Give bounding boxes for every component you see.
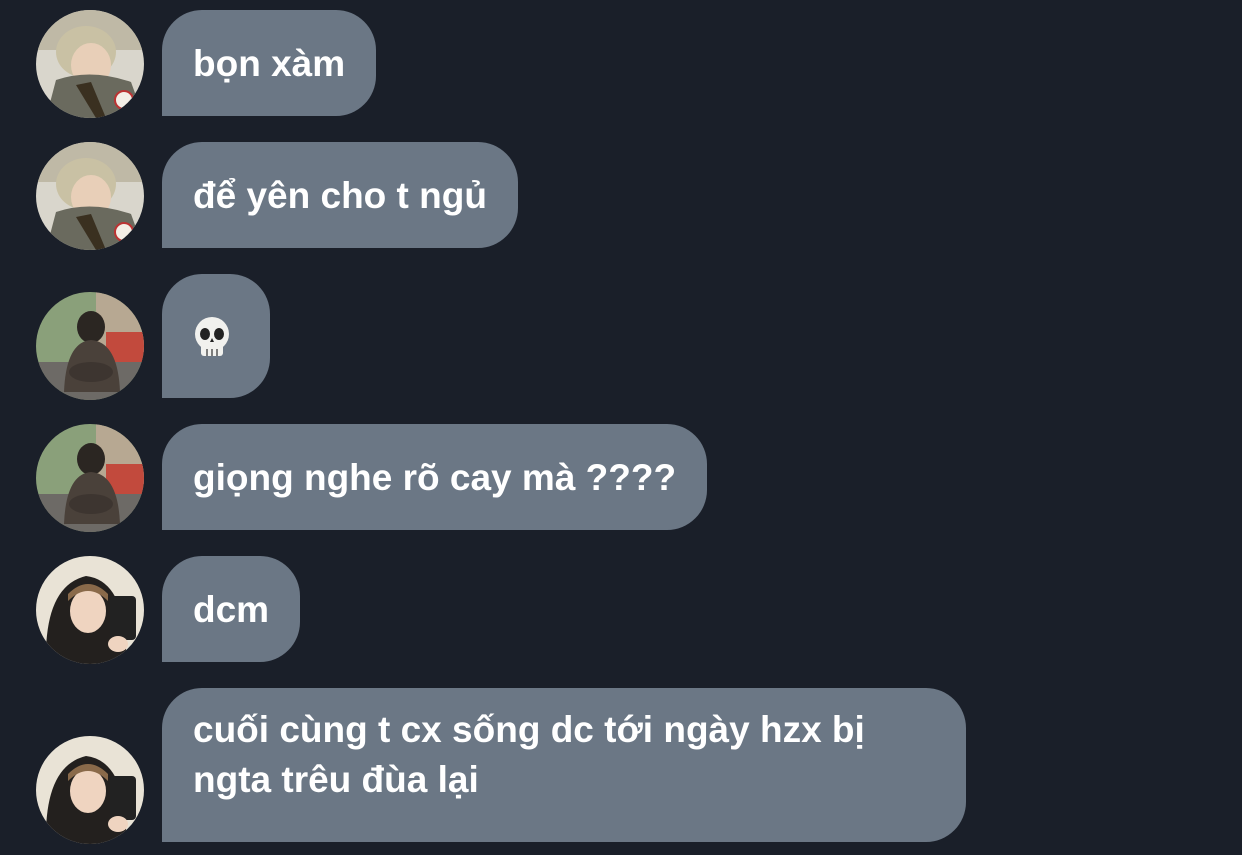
message-bubble[interactable]: cuối cùng t cx sống dc tới ngày hzx bị n… xyxy=(162,688,966,842)
message-text: để yên cho t ngủ xyxy=(193,175,487,216)
avatar-mirror-selfie-image xyxy=(36,556,144,664)
avatar[interactable] xyxy=(36,292,144,400)
avatar-hoodie-outdoor-image xyxy=(36,424,144,532)
message-text: bọn xàm xyxy=(193,43,346,84)
avatar[interactable] xyxy=(36,424,144,532)
message-text: cuối cùng t cx sống dc tới ngày hzx bị n… xyxy=(193,709,865,800)
message-bubble[interactable]: để yên cho t ngủ xyxy=(162,142,518,248)
avatar[interactable] xyxy=(36,736,144,844)
avatar-mirror-selfie-image xyxy=(36,736,144,844)
avatar[interactable] xyxy=(36,556,144,664)
avatar-hoodie-outdoor-image xyxy=(36,292,144,400)
avatar[interactable] xyxy=(36,10,144,118)
message-text: dcm xyxy=(193,589,270,630)
message-bubble[interactable] xyxy=(162,274,270,398)
avatar-blonde-hair-image xyxy=(36,10,144,118)
skull-icon xyxy=(195,317,229,357)
chat-thread: bọn xàm để yên cho t ngủ giọng nghe rõ c… xyxy=(0,0,1242,855)
message-bubble[interactable]: bọn xàm xyxy=(162,10,377,116)
message-bubble[interactable]: giọng nghe rõ cay mà ???? xyxy=(162,424,708,530)
message-bubble[interactable]: dcm xyxy=(162,556,301,662)
message-text: giọng nghe rõ cay mà ???? xyxy=(193,457,677,498)
avatar-blonde-hair-image xyxy=(36,142,144,250)
avatar[interactable] xyxy=(36,142,144,250)
